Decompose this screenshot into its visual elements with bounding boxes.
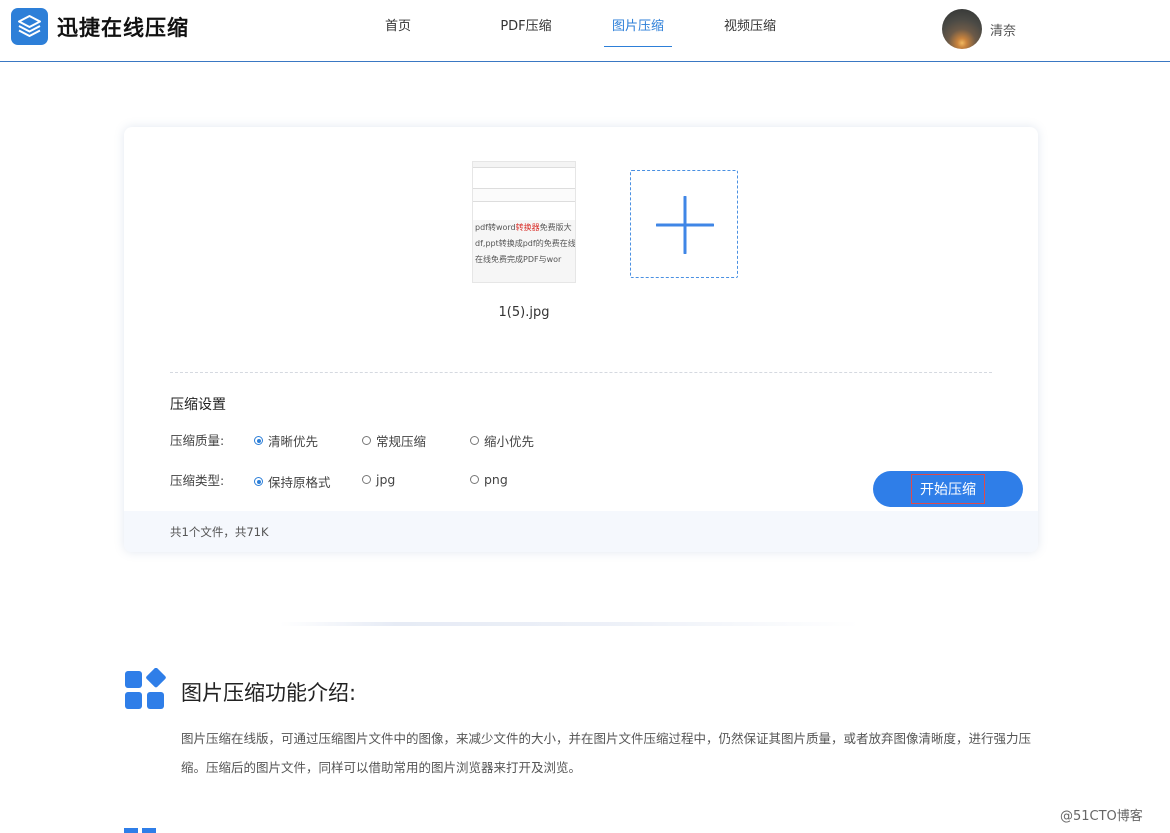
- app-grid-icon: [125, 668, 166, 709]
- start-compress-label: 开始压缩: [911, 474, 985, 504]
- thumb-line: pdf转word转换器免费版大: [475, 223, 572, 232]
- intro-title: 图片压缩功能介绍:: [181, 681, 357, 705]
- main-nav: 首页 PDF压缩 图片压缩 视频压缩: [370, 0, 782, 62]
- intro-text: 图片压缩在线版，可通过压缩图片文件中的图像，来减少文件的大小，并在图片文件压缩过…: [181, 731, 1032, 775]
- type-option-png[interactable]: png: [470, 472, 508, 487]
- nav-pdf-compress[interactable]: PDF压缩: [484, 0, 568, 62]
- settings-title: 压缩设置: [170, 397, 226, 413]
- section-icon: [124, 828, 156, 833]
- compress-card: pdf转word转换器免费版大 df,ppt转换成pdf的免费在线 在线免费完成…: [124, 127, 1038, 552]
- plus-icon: [656, 196, 714, 254]
- radio-unchecked[interactable]: [470, 436, 479, 445]
- divider: [170, 372, 992, 373]
- quality-option-clear[interactable]: 清晰优先: [254, 431, 318, 450]
- avatar[interactable]: [942, 9, 982, 49]
- nav-home[interactable]: 首页: [370, 0, 426, 62]
- watermark: @51CTO博客: [1060, 809, 1143, 824]
- radio-unchecked[interactable]: [470, 475, 479, 484]
- thumb-bar: [473, 188, 575, 202]
- nav-video-compress[interactable]: 视频压缩: [718, 0, 782, 62]
- type-option-jpg[interactable]: jpg: [362, 472, 395, 487]
- quality-option-normal[interactable]: 常规压缩: [362, 431, 426, 450]
- file-thumbnail[interactable]: pdf转word转换器免费版大 df,ppt转换成pdf的免费在线 在线免费完成…: [472, 161, 576, 283]
- type-label: 压缩类型:: [170, 473, 225, 488]
- radio-checked[interactable]: [254, 477, 263, 486]
- thumb-text: pdf转word转换器免费版大 df,ppt转换成pdf的免费在线 在线免费完成…: [473, 220, 576, 282]
- user-menu[interactable]: 清奈: [942, 9, 1016, 49]
- logo-layers-icon: [11, 8, 48, 45]
- radio-checked[interactable]: [254, 436, 263, 445]
- type-option-original[interactable]: 保持原格式: [254, 472, 331, 491]
- card-footer: 共1个文件，共71K: [124, 511, 1038, 552]
- start-compress-button[interactable]: 开始压缩: [873, 471, 1023, 507]
- nav-image-compress[interactable]: 图片压缩: [604, 0, 672, 62]
- top-header: 迅捷在线压缩 首页 PDF压缩 图片压缩 视频压缩 清奈: [0, 0, 1170, 62]
- add-file-button[interactable]: [630, 170, 738, 278]
- thumb-line: df,ppt转换成pdf的免费在线: [475, 239, 576, 248]
- site-logo[interactable]: 迅捷在线压缩: [11, 8, 189, 45]
- logo-text: 迅捷在线压缩: [57, 15, 189, 40]
- thumb-line: 在线免费完成PDF与wor: [475, 255, 562, 264]
- quality-option-small[interactable]: 缩小优先: [470, 431, 534, 450]
- file-summary: 共1个文件，共71K: [170, 525, 269, 539]
- file-name: 1(5).jpg: [498, 305, 550, 320]
- radio-unchecked[interactable]: [362, 436, 371, 445]
- radio-unchecked[interactable]: [362, 475, 371, 484]
- thumb-toolbar: [473, 162, 575, 168]
- quality-label: 压缩质量:: [170, 433, 225, 448]
- faint-divider: [280, 622, 860, 626]
- username[interactable]: 清奈: [990, 20, 1016, 39]
